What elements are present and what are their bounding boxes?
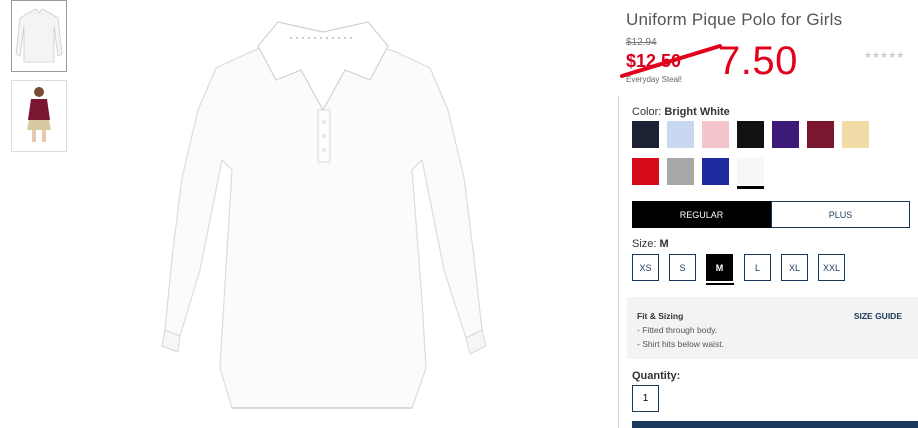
fit-sizing-title: Fit & Sizing (637, 311, 684, 321)
size-s-button[interactable]: S (669, 254, 696, 281)
color-swatch-heather-gray[interactable] (667, 158, 694, 185)
fit-note: - Shirt hits below waist. (637, 339, 724, 349)
fit-regular-button[interactable]: REGULAR (632, 201, 771, 228)
fit-toggle: REGULAR PLUS (632, 201, 910, 228)
color-swatch-burgundy[interactable] (807, 121, 834, 148)
white-polo-thumbnail-icon (15, 8, 63, 63)
quantity-label: Quantity: (632, 370, 681, 382)
size-xl-button[interactable]: XL (781, 254, 808, 281)
annotated-new-price: 7.50 (718, 39, 798, 83)
panel-divider (618, 96, 619, 428)
model-wearing-uniform-thumbnail-icon (27, 87, 51, 142)
selected-size-indicator (706, 283, 734, 285)
color-swatch-purple[interactable] (772, 121, 799, 148)
selected-swatch-indicator (737, 186, 764, 189)
color-swatch-royal-blue[interactable] (702, 158, 729, 185)
add-to-bag-button[interactable] (632, 421, 918, 428)
color-label: Color: Bright White (632, 106, 730, 118)
size-label: Size: M (632, 238, 669, 250)
color-swatch-bright-white[interactable] (737, 158, 764, 185)
size-xxl-button[interactable]: XXL (818, 254, 845, 281)
original-price: $12.94 (626, 37, 657, 48)
quantity-input[interactable]: 1 (632, 385, 659, 412)
thumbnail-list (11, 0, 67, 160)
price-tagline: Everyday Steal! (626, 75, 683, 84)
color-swatch-light-blue[interactable] (667, 121, 694, 148)
size-m-button[interactable]: M (706, 254, 733, 281)
fit-and-sizing-box: Fit & Sizing SIZE GUIDE - Fitted through… (627, 297, 918, 359)
sale-price: $12.50 (626, 51, 682, 71)
fit-note: - Fitted through body. (637, 325, 718, 335)
size-guide-link[interactable]: SIZE GUIDE (854, 311, 902, 321)
thumbnail-white-polo[interactable] (11, 0, 67, 72)
white-polo-shirt-image (161, 21, 487, 409)
fit-plus-button[interactable]: PLUS (771, 201, 910, 228)
product-title: Uniform Pique Polo for Girls (626, 10, 843, 29)
rating-stars-icon[interactable]: ★★★★★ (864, 50, 904, 61)
color-swatch-navy[interactable] (632, 121, 659, 148)
size-l-button[interactable]: L (744, 254, 771, 281)
selected-color-name: Bright White (664, 106, 730, 118)
color-swatch-pink[interactable] (702, 121, 729, 148)
selected-size: M (659, 238, 669, 250)
size-xs-button[interactable]: XS (632, 254, 659, 281)
color-swatch-khaki[interactable] (842, 121, 869, 148)
main-product-image (150, 0, 530, 428)
color-swatch-black[interactable] (737, 121, 764, 148)
thumbnail-model[interactable] (11, 80, 67, 152)
color-swatch-red[interactable] (632, 158, 659, 185)
